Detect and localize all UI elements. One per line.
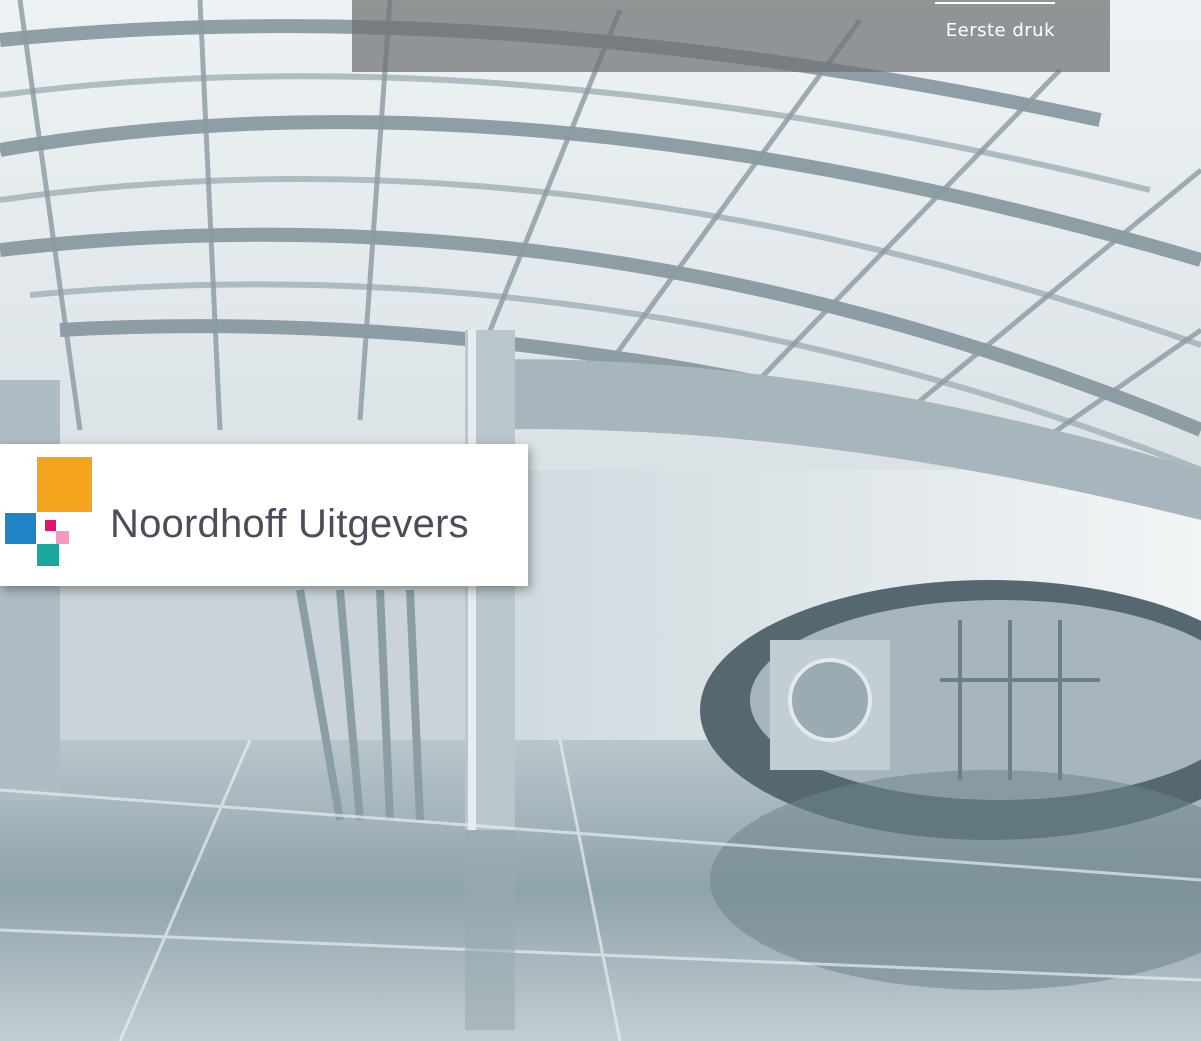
publisher-name: Noordhoff Uitgevers [110,502,469,546]
noordhoff-logo-icon [0,444,100,586]
logo-yellow-square [37,457,92,512]
edition-label: Eerste druk [945,20,1055,41]
logo-teal-square [37,544,59,566]
logo-magenta-square [45,520,56,531]
logo-blue-square [5,513,36,544]
logo-pink-square [56,531,69,544]
publisher-logo-panel: Noordhoff Uitgevers [0,444,528,586]
edition-banner: Eerste druk [352,0,1110,72]
edition-rule-divider [935,2,1055,4]
